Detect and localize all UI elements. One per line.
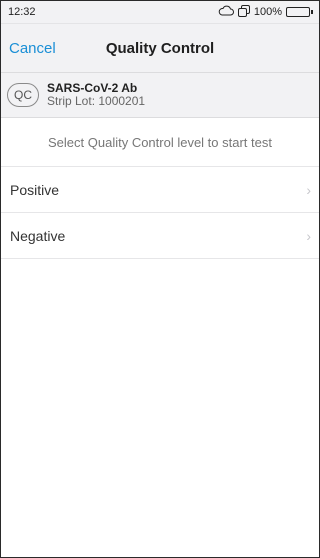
battery-percent: 100% <box>253 6 282 18</box>
test-details: SARS-CoV-2 Ab Strip Lot: 1000201 <box>47 82 145 108</box>
nav-bar: Cancel Quality Control <box>1 24 319 73</box>
level-label: Positive <box>10 181 60 198</box>
chevron-right-icon: › <box>306 227 311 244</box>
strip-lot: Strip Lot: 1000201 <box>47 94 146 108</box>
level-item-negative[interactable]: Negative › <box>1 213 319 259</box>
sync-icon <box>237 4 250 20</box>
test-info-row: QC SARS-CoV-2 Ab Strip Lot: 1000201 <box>1 73 319 118</box>
level-list: Positive › Negative › <box>1 167 319 259</box>
cancel-button[interactable]: Cancel <box>9 40 56 57</box>
level-item-positive[interactable]: Positive › <box>1 167 319 213</box>
device-screen: 12:32 100% Cancel Quality Control QC SAR… <box>0 0 320 558</box>
status-time: 12:32 <box>8 6 36 18</box>
level-label: Negative <box>10 227 66 244</box>
instruction-text: Select Quality Control level to start te… <box>1 118 319 167</box>
qc-badge-icon: QC <box>7 83 39 107</box>
status-bar: 12:32 100% <box>1 1 319 24</box>
chevron-right-icon: › <box>306 181 311 198</box>
cloud-icon <box>218 5 234 19</box>
status-icons: 100% <box>218 4 313 20</box>
battery-icon <box>286 7 313 17</box>
